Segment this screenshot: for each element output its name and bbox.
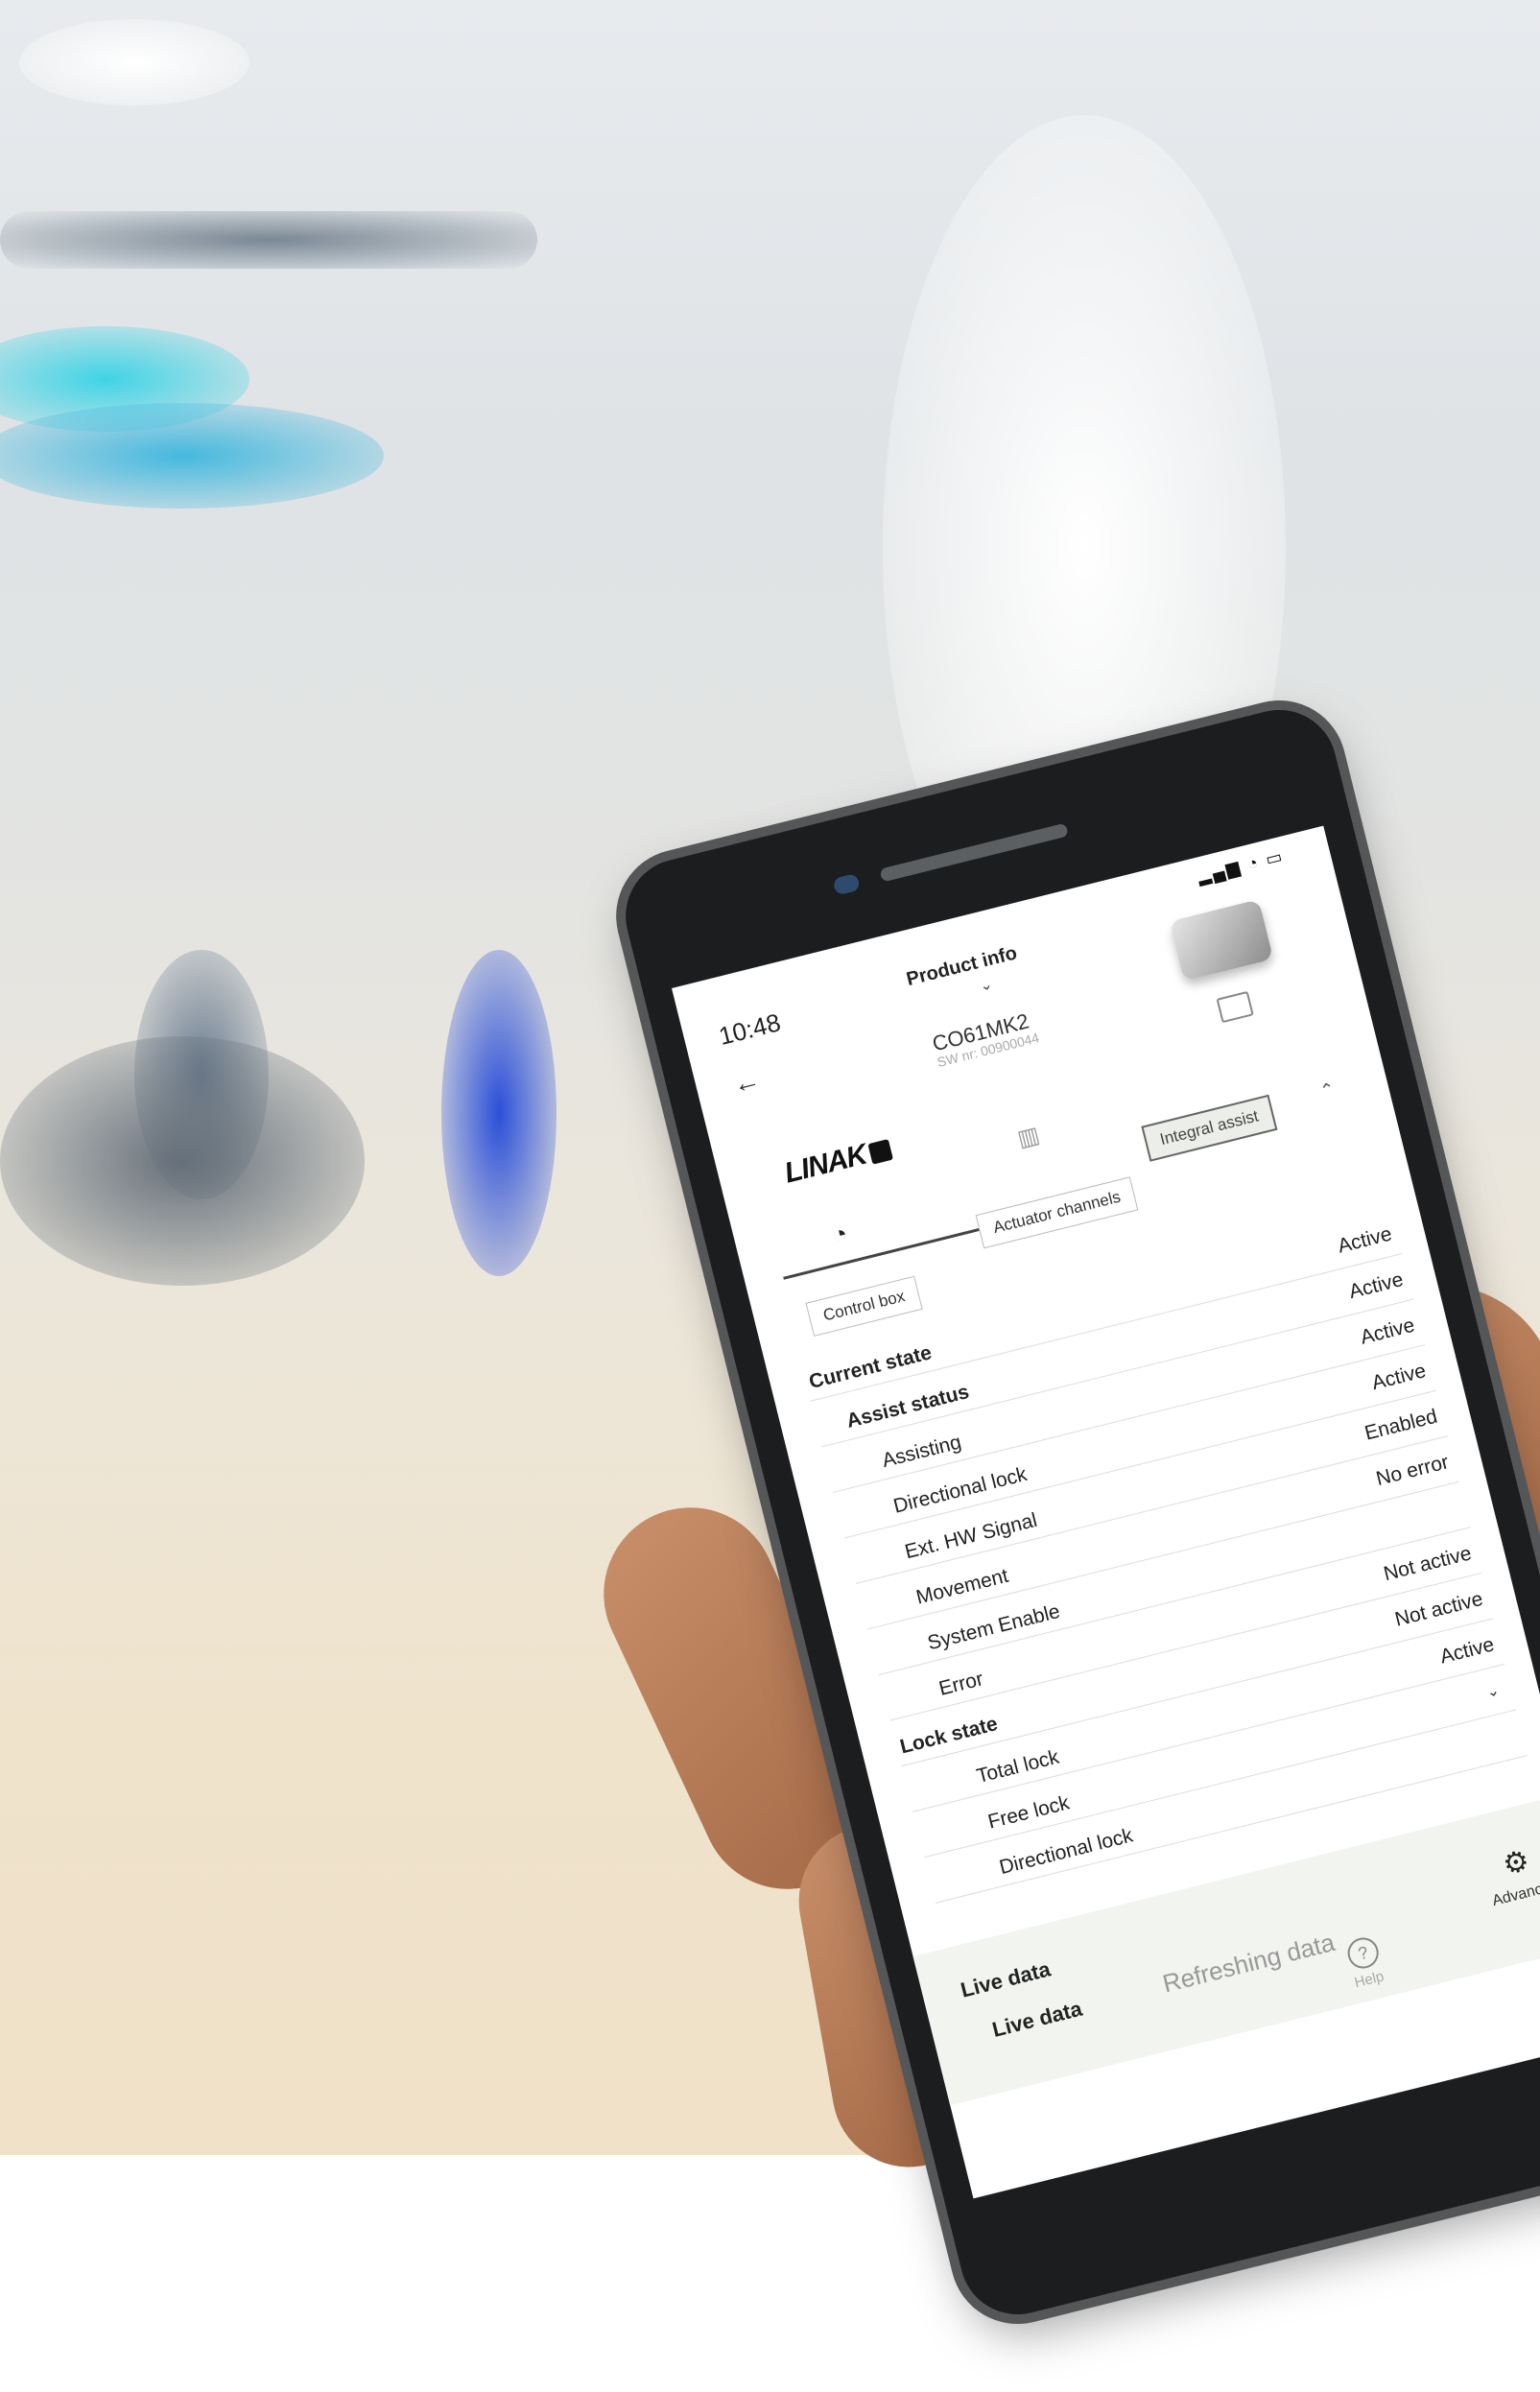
tab-actuator-channels[interactable]: Actuator channels — [975, 1176, 1139, 1249]
nav-help[interactable]: Help — [1353, 1968, 1386, 1991]
live-data-label: Live data — [989, 1996, 1085, 2042]
brand-name: LINAK — [781, 1138, 870, 1190]
tab-integral-assist[interactable]: Integral assist — [1141, 1094, 1278, 1162]
device-search-icon[interactable] — [1216, 990, 1254, 1024]
smartphone: ▂▄▆ ◔ ▭ 10:48 Product info ⌄ ← CO61MK2 S… — [0, 0, 1540, 2327]
front-camera — [832, 872, 862, 896]
chart-icon[interactable]: ▥ — [1014, 1121, 1043, 1153]
clock: 10:48 — [716, 1007, 784, 1052]
phone-body: ▂▄▆ ◔ ▭ 10:48 Product info ⌄ ← CO61MK2 S… — [613, 698, 1540, 2384]
brand-mark-icon — [867, 1139, 893, 1165]
control-box-image — [1169, 899, 1274, 982]
page-title[interactable]: Product info — [905, 942, 1020, 991]
gauge-icon[interactable]: ◔ — [829, 1219, 851, 1251]
refreshing-status: Refreshing data — [1159, 1927, 1339, 1999]
brand-logo: LINAK — [781, 1132, 894, 1190]
question-icon[interactable]: ? — [1344, 1934, 1383, 1972]
chevron-up-icon[interactable]: ⌃ — [1318, 1078, 1338, 1101]
earpiece-speaker — [879, 822, 1069, 883]
chevron-down-icon[interactable]: ⌄ — [978, 974, 995, 996]
active-tab-underline — [783, 1228, 980, 1280]
tab-control-box[interactable]: Control box — [805, 1275, 923, 1337]
live-data-heading: Live data — [958, 1956, 1054, 2002]
nav-advanced[interactable]: Advanced — [1491, 1877, 1540, 1910]
gear-search-icon[interactable]: ⚙ — [1500, 1843, 1533, 1882]
app-screen: ▂▄▆ ◔ ▭ 10:48 Product info ⌄ ← CO61MK2 S… — [672, 825, 1540, 2199]
arrow-left-icon[interactable]: ← — [730, 1064, 764, 1101]
chevron-down-icon[interactable]: ⌄ — [1484, 1680, 1502, 1702]
